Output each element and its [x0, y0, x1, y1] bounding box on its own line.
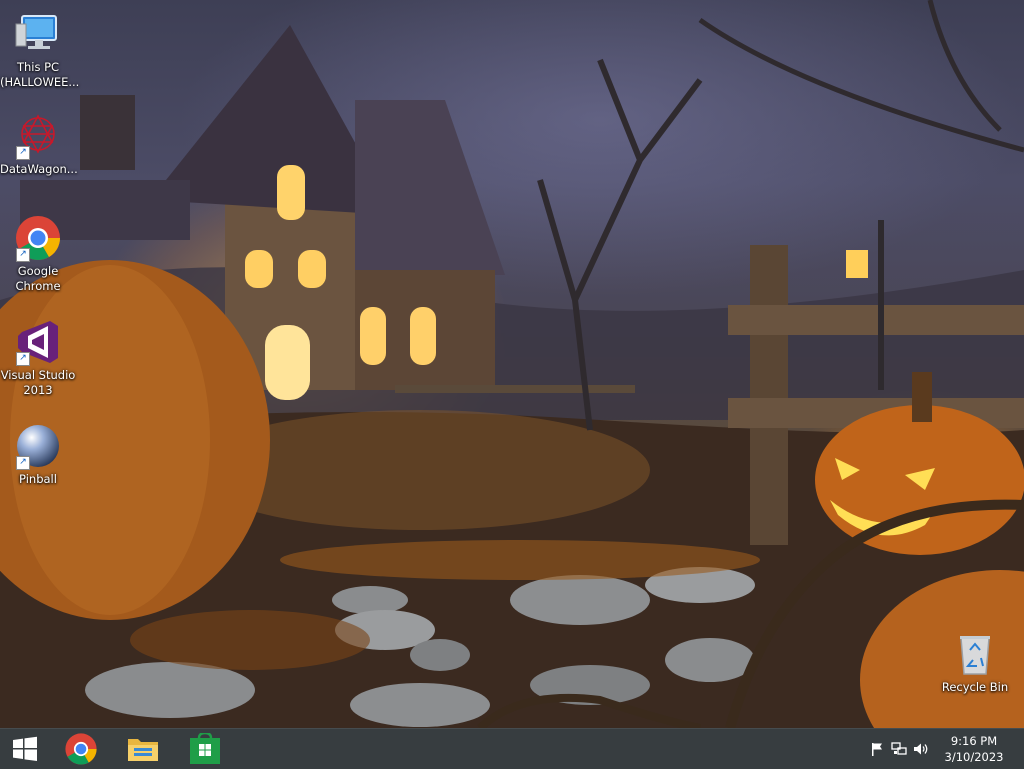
start-button[interactable] — [0, 729, 50, 769]
desktop-icon-label: Visual Studio 2013 — [0, 368, 76, 397]
desktop-icon-recycle-bin[interactable]: Recycle Bin — [937, 630, 1013, 695]
flag-icon[interactable] — [866, 738, 888, 760]
this-pc-icon — [14, 10, 62, 58]
desktop-icon-label: DataWagon... — [0, 162, 78, 176]
desktop-icon-label: Recycle Bin — [941, 680, 1009, 694]
network-icon[interactable] — [888, 738, 910, 760]
desktop-icon-visual-studio-2013[interactable]: ↗ Visual Studio 2013 — [0, 318, 76, 398]
recycle-bin-icon — [951, 630, 999, 678]
taskbar-file-explorer-button[interactable] — [118, 729, 168, 769]
store-icon — [190, 733, 220, 764]
desktop-wallpaper[interactable]: This PC (HALLOWEE... ↗ DataWagon... ↗ Go… — [0, 0, 1024, 728]
shortcut-arrow-icon: ↗ — [16, 456, 30, 470]
file-explorer-icon — [128, 739, 158, 761]
system-tray: 9:16 PM 3/10/2023 — [866, 729, 1024, 769]
desktop-icon-label: This PC (HALLOWEE... — [0, 60, 80, 89]
taskbar-store-button[interactable] — [180, 729, 230, 769]
desktop-icon-google-chrome[interactable]: ↗ Google Chrome — [0, 214, 76, 294]
clock-date: 3/10/2023 — [944, 750, 1004, 764]
taskbar: 9:16 PM 3/10/2023 — [0, 728, 1024, 769]
shortcut-arrow-icon: ↗ — [16, 248, 30, 262]
desktop-icon-pinball[interactable]: ↗ Pinball — [0, 422, 76, 487]
clock-time: 9:16 PM — [950, 734, 998, 748]
volume-icon[interactable] — [910, 738, 932, 760]
datawagon-icon: ↗ — [14, 112, 62, 160]
taskbar-chrome-button[interactable] — [56, 729, 106, 769]
desktop-icon-label: Google Chrome — [15, 264, 61, 293]
chrome-icon: ↗ — [14, 214, 62, 262]
visual-studio-icon: ↗ — [14, 318, 62, 366]
chrome-icon — [65, 733, 97, 765]
windows-logo-icon — [13, 736, 37, 761]
clock[interactable]: 9:16 PM 3/10/2023 — [938, 733, 1010, 765]
desktop-icon-datawagon[interactable]: ↗ DataWagon... — [0, 112, 78, 177]
pinball-icon: ↗ — [14, 422, 62, 470]
desktop-icon-label: Pinball — [19, 472, 57, 486]
shortcut-arrow-icon: ↗ — [16, 146, 30, 160]
shortcut-arrow-icon: ↗ — [16, 352, 30, 366]
desktop-icon-this-pc[interactable]: This PC (HALLOWEE... — [0, 10, 80, 90]
halloween-wallpaper-art — [0, 0, 1024, 728]
